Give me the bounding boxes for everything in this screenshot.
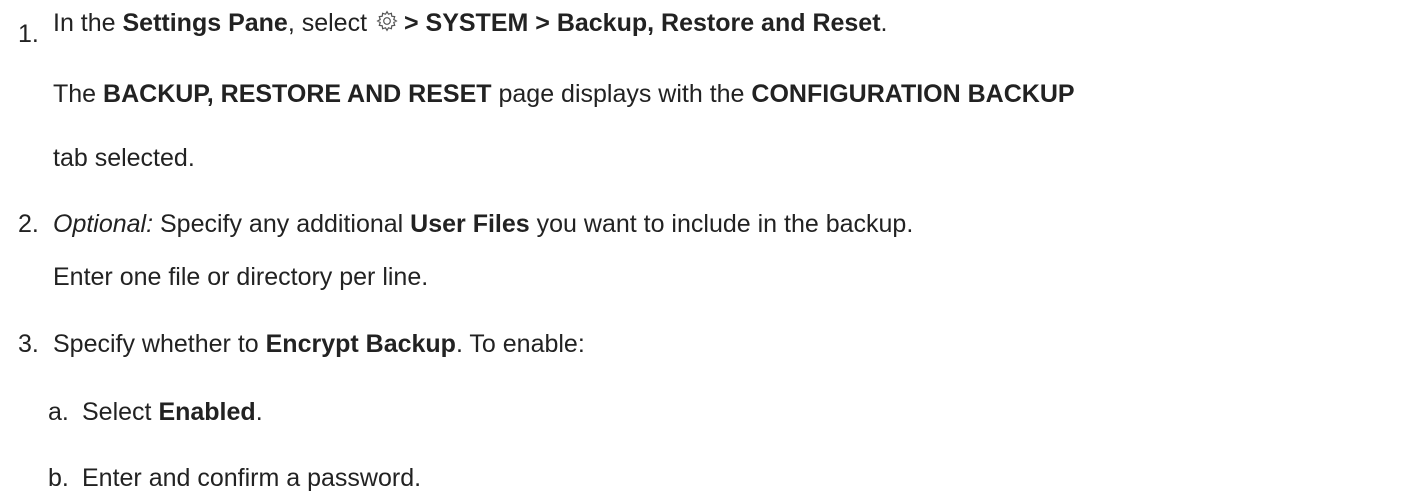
step-number: 3. xyxy=(18,330,39,358)
step-1-text: In the Settings Pane, select > SYSTEM > … xyxy=(53,10,888,36)
ui-term: Settings Pane xyxy=(122,9,288,37)
text: The xyxy=(53,80,104,108)
ui-term: Enabled xyxy=(158,398,256,426)
optional-label: Optional: xyxy=(53,210,154,238)
menu-path: > SYSTEM > Backup, Restore and Reset xyxy=(403,9,881,37)
procedure-document: 1. In the Settings Pane, select > SYSTEM… xyxy=(0,0,1411,499)
step-number: 1. xyxy=(18,20,39,48)
substep-letter: b. xyxy=(48,464,69,492)
text: Enter one file or directory per line. xyxy=(53,263,429,291)
step-1-note-cont: tab selected. xyxy=(53,146,195,171)
step-2-text: Optional: Specify any additional User Fi… xyxy=(53,212,913,237)
step-3-text: Specify whether to Encrypt Backup. To en… xyxy=(53,332,585,357)
ui-term: BACKUP, RESTORE AND RESET xyxy=(103,80,492,108)
text: Specify any additional xyxy=(153,210,411,238)
text: . xyxy=(255,398,263,426)
substep-b-text: Enter and confirm a password. xyxy=(82,466,421,491)
text: , select xyxy=(287,9,374,37)
text: tab selected. xyxy=(53,144,195,172)
ui-term: CONFIGURATION BACKUP xyxy=(751,80,1075,108)
ui-term: Encrypt Backup xyxy=(265,330,456,358)
text: Select xyxy=(82,398,159,426)
text: . xyxy=(880,9,888,37)
text: you want to include in the backup. xyxy=(529,210,914,238)
text: page displays with the xyxy=(491,80,752,108)
step-1-note: The BACKUP, RESTORE AND RESET page displ… xyxy=(53,82,1075,107)
gear-icon xyxy=(376,10,398,32)
substep-a-text: Select Enabled. xyxy=(82,400,263,425)
step-number: 2. xyxy=(18,210,39,238)
step-2-note: Enter one file or directory per line. xyxy=(53,265,428,290)
text: Enter and confirm a password. xyxy=(82,464,422,492)
ui-term: User Files xyxy=(410,210,530,238)
text: . To enable: xyxy=(455,330,585,358)
text: Specify whether to xyxy=(53,330,266,358)
text: In the xyxy=(53,9,123,37)
substep-letter: a. xyxy=(48,398,69,426)
